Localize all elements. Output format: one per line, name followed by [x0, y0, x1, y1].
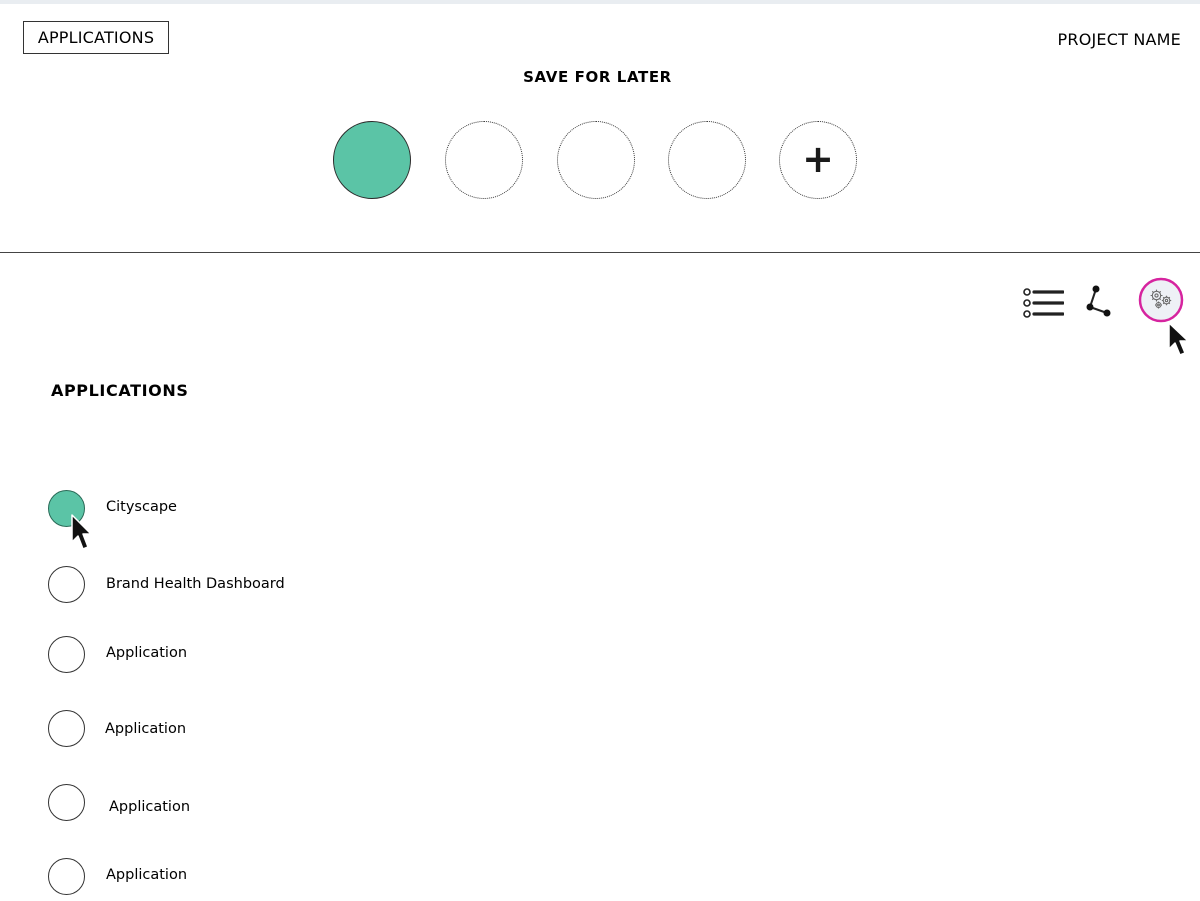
application-label: Application: [106, 645, 188, 661]
application-label: Brand Health Dashboard: [106, 576, 285, 592]
network-icon[interactable]: [1083, 284, 1115, 320]
save-for-later-title: SAVE FOR LATER: [523, 68, 672, 86]
header-divider: [0, 252, 1200, 253]
mouse-cursor-icon: [1168, 322, 1189, 356]
plus-icon: +: [802, 136, 834, 181]
list-icon[interactable]: [1022, 287, 1064, 319]
radio-unselected[interactable]: [48, 710, 85, 747]
application-label: Cityscape: [106, 499, 177, 515]
save-for-later-header: APPLICATIONS PROJECT NAME SAVE FOR LATER…: [0, 0, 1200, 253]
saved-slot-3[interactable]: [557, 121, 635, 199]
radio-unselected[interactable]: [48, 784, 85, 821]
settings-gears-icon[interactable]: [1138, 277, 1184, 323]
application-label: Application: [109, 799, 191, 815]
mouse-cursor-icon: [71, 514, 92, 550]
radio-unselected[interactable]: [48, 636, 85, 673]
saved-slot-1[interactable]: [333, 121, 411, 199]
application-label: Application: [106, 867, 188, 883]
application-label: Application: [105, 721, 187, 737]
applications-button[interactable]: APPLICATIONS: [23, 21, 169, 54]
radio-unselected[interactable]: [48, 858, 85, 895]
saved-slot-2[interactable]: [445, 121, 523, 199]
radio-unselected[interactable]: [48, 566, 85, 603]
saved-slot-4[interactable]: [668, 121, 746, 199]
applications-section-title: APPLICATIONS: [51, 381, 189, 400]
project-name: PROJECT NAME: [1057, 30, 1181, 49]
add-slot-button[interactable]: +: [779, 121, 857, 199]
